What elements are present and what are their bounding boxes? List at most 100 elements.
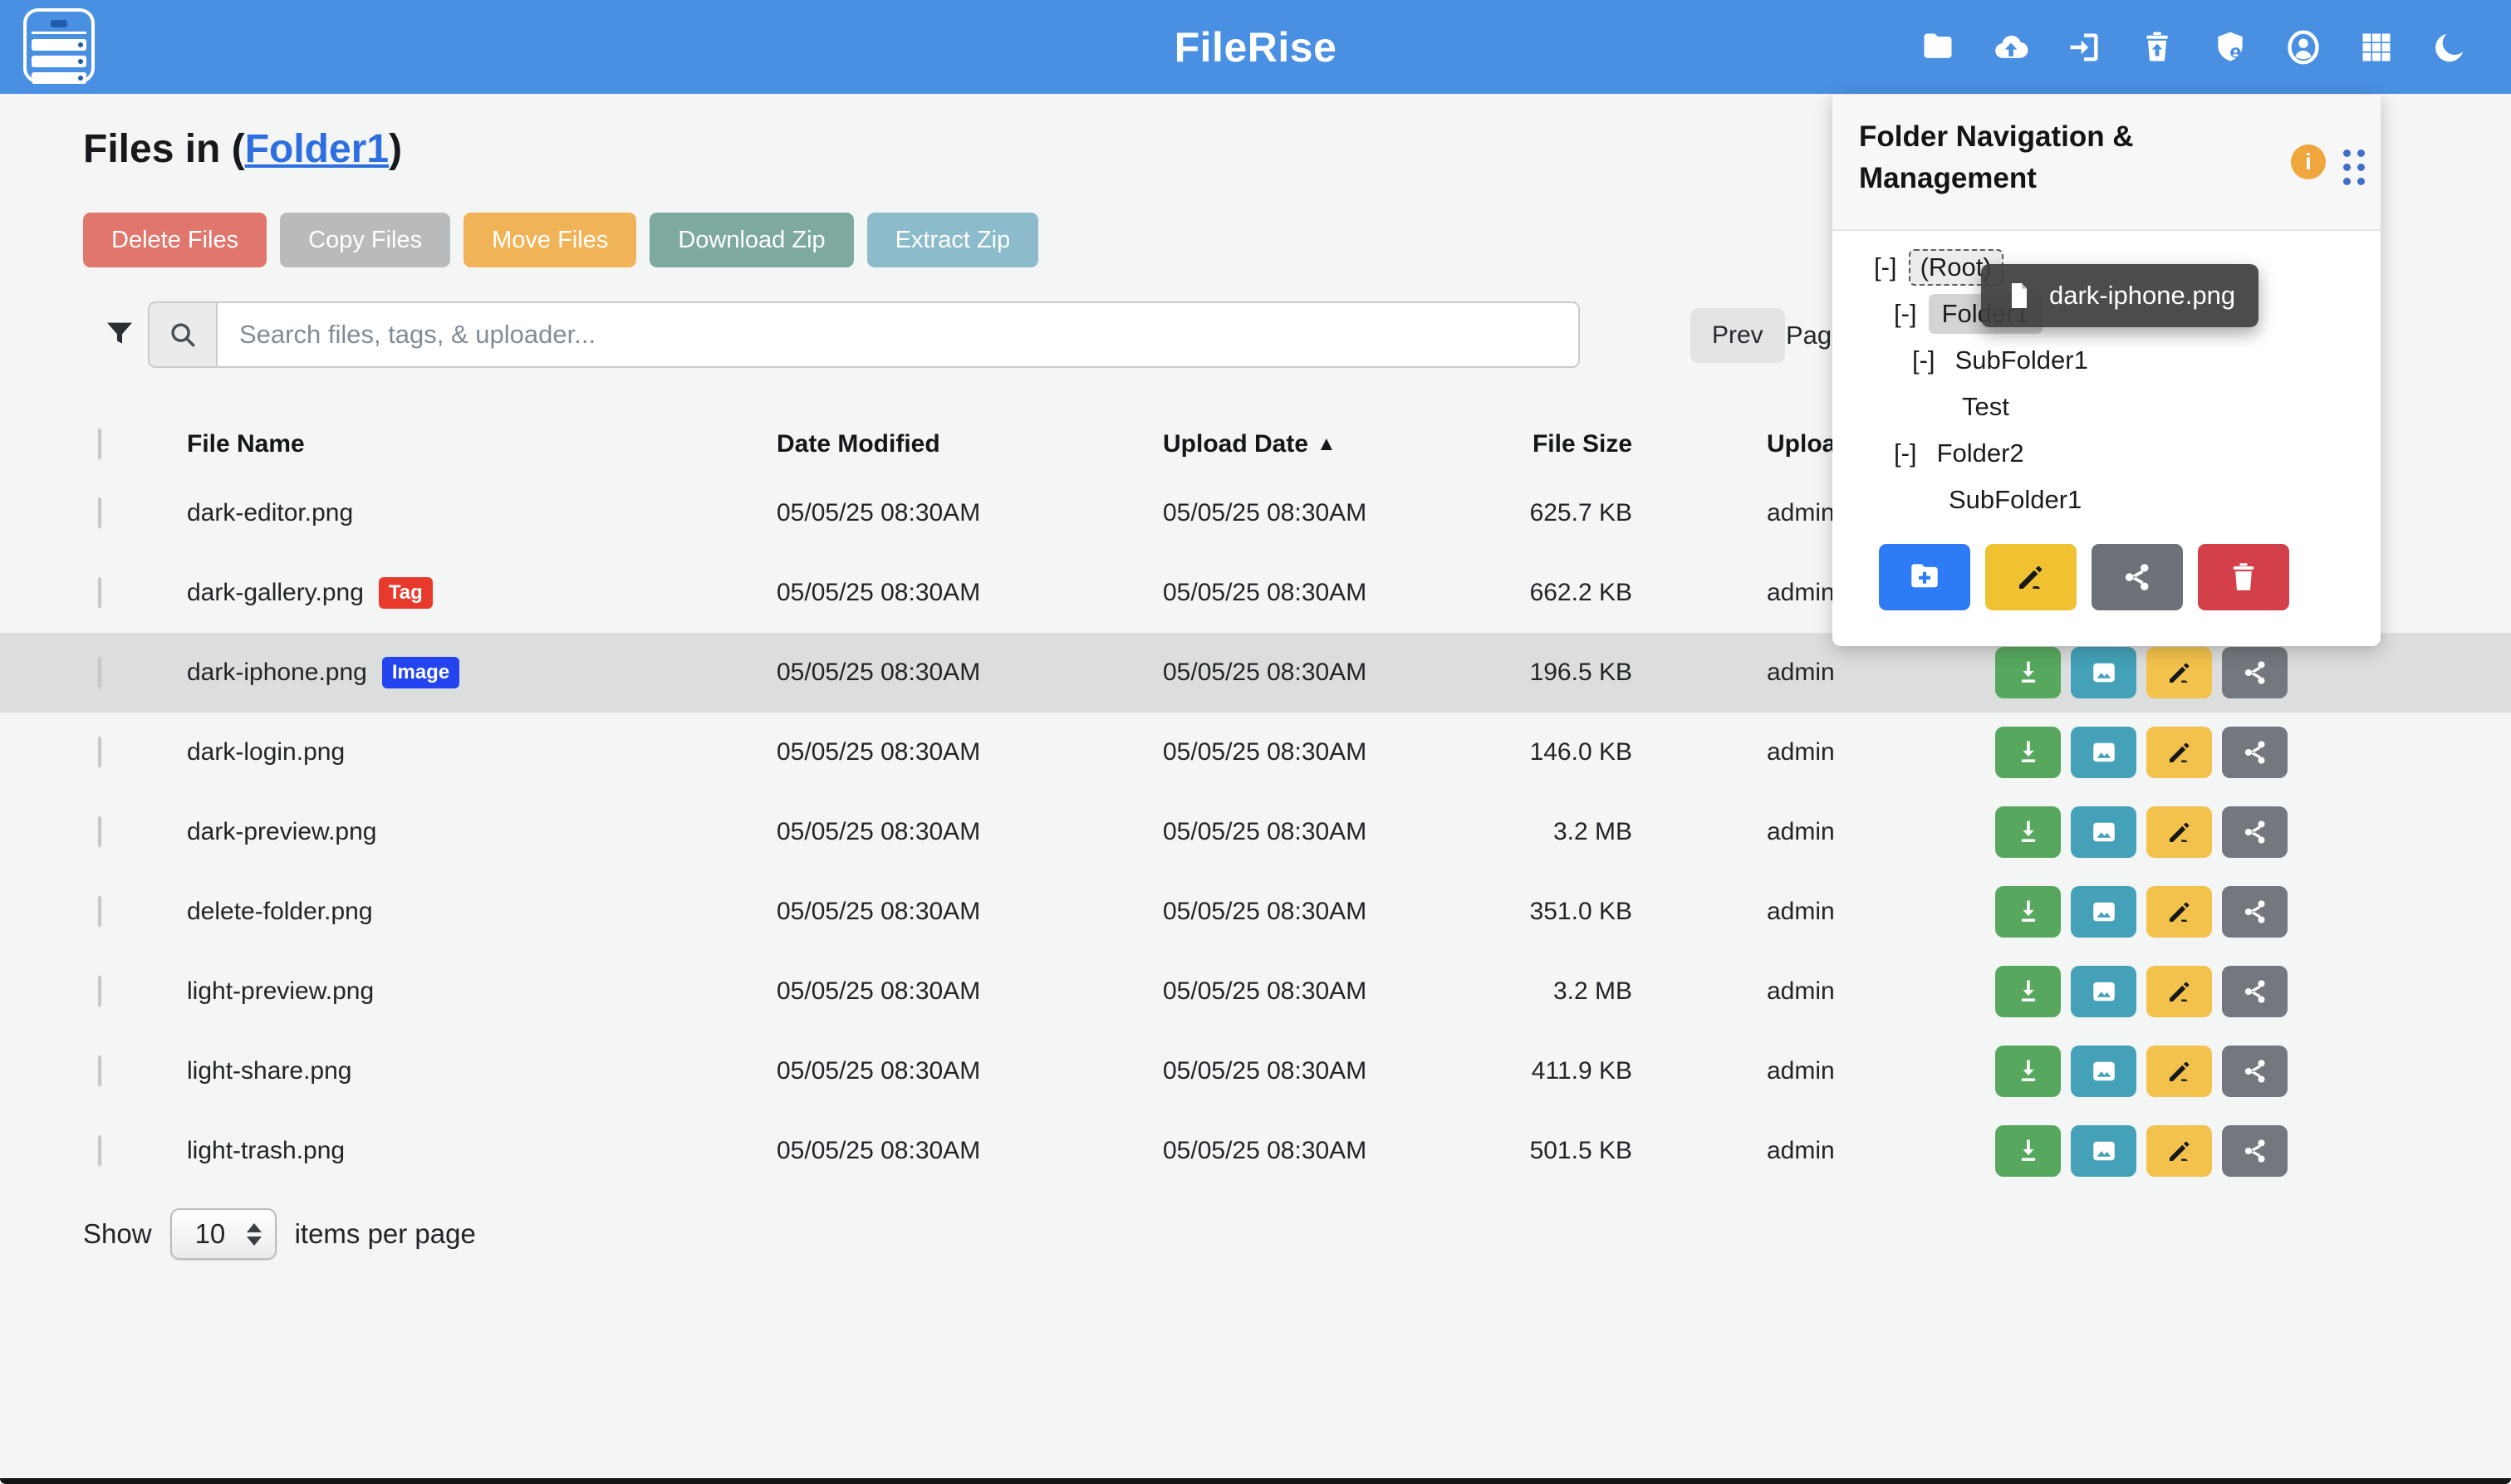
rename-file-button[interactable]	[2146, 806, 2212, 858]
preview-image-button[interactable]	[2071, 1046, 2136, 1097]
preview-image-button[interactable]	[2071, 806, 2136, 858]
tree-label[interactable]: Folder2	[1929, 436, 2033, 471]
tree-item-folder2[interactable]: [-] Folder2	[1832, 430, 2381, 477]
page-title-suffix: )	[389, 127, 402, 171]
table-row[interactable]: light-share.png 05/05/25 08:30AM 05/05/2…	[0, 1031, 2511, 1111]
share-file-button[interactable]	[2222, 727, 2288, 778]
table-row[interactable]: light-preview.png 05/05/25 08:30AM 05/05…	[0, 952, 2511, 1031]
tree-label[interactable]: SubFolder1	[1947, 343, 2097, 378]
row-checkbox[interactable]	[98, 976, 101, 1006]
download-file-button[interactable]	[1995, 806, 2061, 858]
download-file-button[interactable]	[1995, 727, 2061, 778]
rename-file-button[interactable]	[2146, 1046, 2212, 1097]
select-stepper-icon	[247, 1223, 262, 1246]
share-file-button[interactable]	[2222, 1046, 2288, 1097]
download-file-button[interactable]	[1995, 647, 2061, 698]
row-checkbox[interactable]	[98, 896, 101, 927]
row-checkbox[interactable]	[98, 1135, 101, 1166]
tree-item-subfolder1[interactable]: [-] SubFolder1	[1832, 337, 2381, 384]
preview-image-button[interactable]	[2071, 966, 2136, 1017]
preview-image-button[interactable]	[2071, 727, 2136, 778]
preview-image-button[interactable]	[2071, 886, 2136, 938]
share-file-button[interactable]	[2222, 1125, 2288, 1177]
rename-file-button[interactable]	[2146, 647, 2212, 698]
share-folder-button[interactable]	[2092, 544, 2183, 610]
sign-in-icon[interactable]	[2066, 29, 2102, 66]
share-file-button[interactable]	[2222, 886, 2288, 938]
pagination-prev-button[interactable]: Prev	[1690, 308, 1785, 363]
trash-restore-icon[interactable]	[2139, 29, 2175, 66]
download-file-button[interactable]	[1995, 966, 2061, 1017]
share-file-button[interactable]	[2222, 966, 2288, 1017]
current-folder-link[interactable]: Folder1	[245, 127, 389, 171]
apps-grid-icon[interactable]	[2358, 29, 2395, 66]
tree-toggle[interactable]: [-]	[1912, 345, 1935, 375]
download-file-button[interactable]	[1995, 886, 2061, 938]
search-input[interactable]	[216, 301, 1580, 368]
tree-item-test[interactable]: Test	[1832, 384, 2381, 430]
tree-item-subfolder1-2[interactable]: SubFolder1	[1832, 477, 2381, 523]
preview-image-button[interactable]	[2071, 647, 2136, 698]
row-checkbox[interactable]	[98, 577, 101, 608]
uploader-cell: admin	[1767, 499, 1835, 527]
filter-icon[interactable]	[103, 316, 136, 351]
row-actions	[1995, 806, 2288, 858]
copy-files-button[interactable]: Copy Files	[280, 213, 450, 267]
extract-zip-button[interactable]: Extract Zip	[867, 213, 1039, 267]
row-checkbox[interactable]	[98, 816, 101, 847]
share-file-button[interactable]	[2222, 806, 2288, 858]
row-checkbox[interactable]	[98, 497, 101, 528]
tree-toggle[interactable]: [-]	[1874, 252, 1897, 282]
column-header-file-size[interactable]: File Size	[1346, 430, 1632, 458]
tree-label[interactable]: Test	[1954, 389, 2018, 424]
rename-file-button[interactable]	[2146, 886, 2212, 938]
tree-toggle[interactable]: [-]	[1894, 299, 1917, 329]
download-zip-button[interactable]: Download Zip	[650, 213, 853, 267]
rename-file-button[interactable]	[2146, 966, 2212, 1017]
drag-ghost-tooltip: dark-iphone.png	[1981, 264, 2258, 327]
delete-files-button[interactable]: Delete Files	[83, 213, 267, 267]
tree-label[interactable]: SubFolder1	[1940, 482, 2090, 517]
download-file-button[interactable]	[1995, 1046, 2061, 1097]
create-folder-button[interactable]	[1879, 544, 1970, 610]
upload-date-cell: 05/05/25 08:30AM	[1163, 499, 1366, 527]
drag-handle-icon[interactable]	[2343, 149, 2366, 186]
select-all-checkbox[interactable]	[98, 429, 101, 459]
delete-folder-button[interactable]	[2198, 544, 2289, 610]
tree-toggle[interactable]: [-]	[1894, 438, 1917, 468]
show-label: Show	[83, 1218, 152, 1250]
row-checkbox[interactable]	[98, 737, 101, 767]
folder-icon[interactable]	[1920, 29, 1956, 66]
file-icon	[2004, 279, 2034, 312]
file-name-cell: light-preview.png	[187, 977, 374, 1006]
date-modified-cell: 05/05/25 08:30AM	[777, 1057, 980, 1085]
table-row[interactable]: delete-folder.png 05/05/25 08:30AM 05/05…	[0, 872, 2511, 952]
table-row[interactable]: dark-preview.png 05/05/25 08:30AM 05/05/…	[0, 792, 2511, 872]
move-files-button[interactable]: Move Files	[463, 213, 636, 267]
dark-mode-icon[interactable]	[2431, 29, 2468, 66]
cloud-upload-icon[interactable]	[1993, 29, 2029, 66]
rename-file-button[interactable]	[2146, 1125, 2212, 1177]
column-header-date-modified[interactable]: Date Modified	[777, 430, 940, 458]
items-per-page-select[interactable]: 10	[170, 1208, 277, 1260]
file-name-cell: dark-gallery.pngTag	[187, 577, 433, 609]
file-size-cell: 411.9 KB	[1346, 1057, 1632, 1085]
row-actions	[1995, 886, 2288, 938]
column-header-file-name[interactable]: File Name	[187, 430, 305, 458]
user-icon[interactable]	[2285, 29, 2322, 66]
preview-image-button[interactable]	[2071, 1125, 2136, 1177]
rename-folder-button[interactable]	[1985, 544, 2077, 610]
column-header-upload-date[interactable]: Upload Date▲	[1163, 430, 1336, 458]
table-row[interactable]: dark-login.png 05/05/25 08:30AM 05/05/25…	[0, 713, 2511, 792]
row-checkbox[interactable]	[98, 1055, 101, 1086]
items-per-page-label: items per page	[295, 1218, 476, 1250]
top-header-bar: FileRise	[0, 0, 2511, 94]
download-file-button[interactable]	[1995, 1125, 2061, 1177]
rename-file-button[interactable]	[2146, 727, 2212, 778]
table-row[interactable]: light-trash.png 05/05/25 08:30AM 05/05/2…	[0, 1111, 2511, 1191]
page-title: Files in (Folder1)	[83, 126, 402, 172]
info-icon[interactable]: i	[2291, 144, 2326, 179]
row-checkbox[interactable]	[98, 657, 101, 688]
share-file-button[interactable]	[2222, 647, 2288, 698]
admin-shield-icon[interactable]	[2212, 29, 2249, 66]
